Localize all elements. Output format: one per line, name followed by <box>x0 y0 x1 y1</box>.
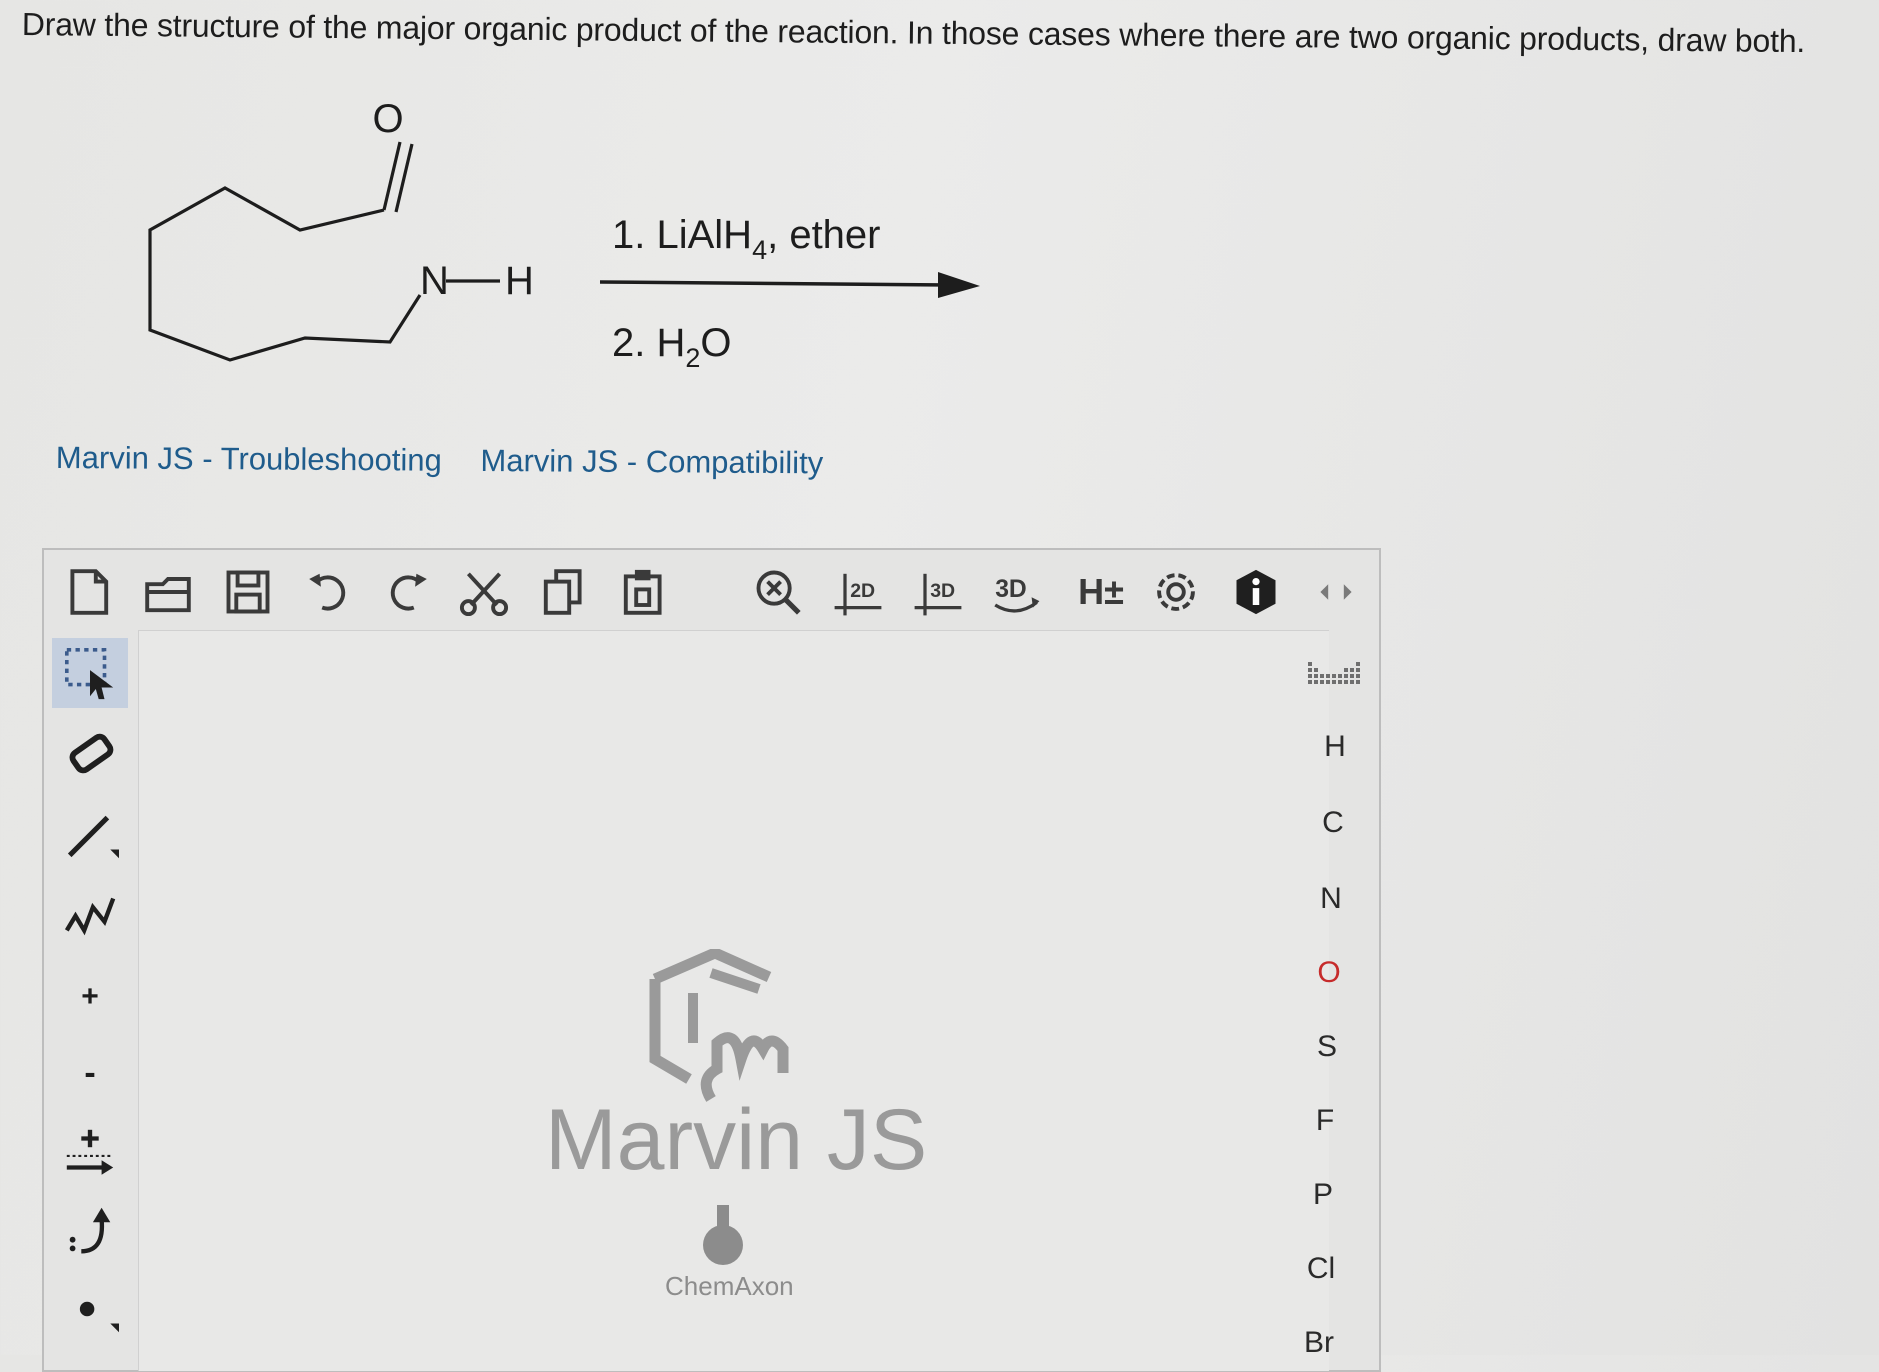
element-s[interactable]: S <box>1292 1030 1362 1064</box>
marvin-js-watermark: Marvin JS <box>545 1092 928 1188</box>
single-bond-icon <box>67 815 119 859</box>
element-h[interactable]: H <box>1300 730 1370 764</box>
undo-button[interactable] <box>302 564 358 620</box>
info-icon <box>1236 569 1276 615</box>
new-document-icon <box>70 569 109 615</box>
clean-3d-icon: 3D <box>914 573 962 616</box>
question-text: Draw the structure of the major organic … <box>21 6 1806 60</box>
rotate-3d-icon: 3D <box>994 576 1040 613</box>
chevron-left-right-icon <box>1320 584 1352 600</box>
nitrogen-label: N <box>420 259 449 303</box>
element-c[interactable]: C <box>1298 806 1368 840</box>
charge-plus-tool[interactable]: + <box>52 962 128 1032</box>
hydrogen-label: H <box>505 259 534 303</box>
element-p[interactable]: P <box>1288 1178 1358 1212</box>
open-folder-icon <box>145 577 191 613</box>
left-toolbar: + - <box>44 628 134 1370</box>
element-cl[interactable]: Cl <box>1286 1252 1356 1286</box>
svg-text:3D: 3D <box>930 580 955 602</box>
panel-toggle-button[interactable] <box>1308 564 1364 620</box>
arrow-head <box>938 272 980 298</box>
copy-icon <box>543 569 582 615</box>
compatibility-link[interactable]: Marvin JS - Compatibility <box>480 443 823 480</box>
erase-tool[interactable] <box>52 720 128 790</box>
hydrogens-button[interactable]: H± <box>1066 564 1136 620</box>
paste-button[interactable] <box>616 564 672 620</box>
redo-button[interactable] <box>378 564 434 620</box>
info-button[interactable] <box>1228 564 1284 620</box>
radical-tool[interactable] <box>52 1274 128 1344</box>
drawing-canvas[interactable]: Marvin JS ChemAxon <box>138 630 1329 1371</box>
svg-text:3D: 3D <box>995 576 1027 603</box>
svg-text:2D: 2D <box>850 580 875 602</box>
scissors-icon <box>459 572 509 617</box>
zoom-button[interactable] <box>750 564 806 620</box>
clean-2d-button[interactable]: 2D <box>830 564 886 620</box>
gear-icon <box>1157 573 1195 611</box>
open-button[interactable] <box>140 564 196 620</box>
undo-icon <box>309 573 346 611</box>
new-document-button[interactable] <box>60 564 116 620</box>
view-3d-button[interactable]: 3D <box>988 564 1044 620</box>
element-n[interactable]: N <box>1296 882 1366 916</box>
save-button[interactable] <box>220 564 276 620</box>
chemaxon-flask-icon <box>703 1205 743 1265</box>
charge-minus-tool[interactable]: - <box>52 1038 128 1108</box>
zoom-clear-icon <box>756 570 801 615</box>
electron-flow-tool[interactable] <box>52 1196 128 1266</box>
lactam-ring <box>148 141 500 362</box>
cut-button[interactable] <box>456 564 512 620</box>
reaction-scheme: O N H 1. LiAlH4, ether 2. H2O <box>148 97 980 373</box>
chain-tool[interactable] <box>52 878 128 948</box>
clean-2d-icon: 2D <box>834 573 882 616</box>
reaction-arrow-tool[interactable] <box>52 1118 128 1188</box>
rectangle-select-icon <box>64 647 114 700</box>
troubleshooting-link[interactable]: Marvin JS - Troubleshooting <box>56 440 442 478</box>
element-panel: H C N O S F P Cl Br <box>1294 630 1378 1370</box>
radical-dot-icon <box>79 1301 119 1333</box>
select-tool[interactable] <box>52 638 128 708</box>
settings-button[interactable] <box>1148 564 1204 620</box>
carbonyl-oxygen-label: O <box>372 97 403 141</box>
electron-arrow-icon <box>69 1207 111 1254</box>
reaction-arrow <box>599 280 951 287</box>
single-bond-tool[interactable] <box>52 800 128 870</box>
redo-icon <box>390 573 427 611</box>
element-o[interactable]: O <box>1294 956 1364 990</box>
eraser-icon <box>69 733 114 774</box>
chain-icon <box>64 897 116 936</box>
paste-icon <box>623 569 662 615</box>
reagent-step-1: 1. LiAlH4, ether <box>612 213 881 265</box>
top-toolbar: 2D 3D 3D H± <box>44 550 1379 630</box>
reagent-step-2: 2. H2O <box>612 321 732 373</box>
element-f[interactable]: F <box>1290 1104 1360 1138</box>
help-links: Marvin JS - Troubleshooting Marvin JS - … <box>56 440 854 482</box>
copy-button[interactable] <box>536 564 592 620</box>
reaction-plus-arrow-icon <box>66 1129 114 1175</box>
marvin-editor: 2D 3D 3D H± + - Marvin JS ChemAxon H C N… <box>42 548 1381 1372</box>
save-icon <box>226 570 270 614</box>
periodic-table-icon <box>1308 662 1360 684</box>
marvin-logo-icon <box>649 949 789 1102</box>
chemaxon-watermark: ChemAxon <box>665 1271 794 1301</box>
clean-3d-button[interactable]: 3D <box>910 564 966 620</box>
